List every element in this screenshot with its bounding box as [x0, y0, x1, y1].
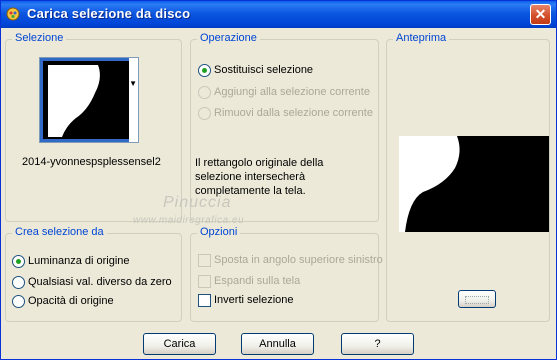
operation-info-text: Il rettangolo originale della selezione … — [195, 157, 324, 197]
checkbox-inverti-label: Inverti selezione — [214, 294, 294, 306]
radio-sostituisci-label: Sostituisci selezione — [214, 64, 314, 76]
checkbox-sposta-label: Sposta in angolo superiore sinistro — [214, 254, 383, 266]
selezione-group: Selezione ▼ 2014-yvonnespsplessensel2 — [5, 32, 182, 222]
title-bar[interactable]: Carica selezione da disco ✕ — [1, 1, 556, 28]
carica-button[interactable]: Carica — [143, 333, 216, 355]
checkbox-espandi-label: Espandi sulla tela — [214, 275, 301, 287]
help-button[interactable]: ? — [341, 333, 414, 355]
watermark-name: Pinuccia — [163, 194, 232, 211]
radio-rimuovi-label: Rimuovi dalla selezione corrente — [214, 107, 373, 119]
radio-qualsiasi-label: Qualsiasi val. diverso da zero — [28, 276, 172, 288]
selezione-legend: Selezione — [12, 32, 67, 44]
checkbox-inverti[interactable] — [198, 294, 211, 307]
anteprima-legend: Anteprima — [393, 32, 450, 44]
selection-thumbnail-dropdown[interactable]: ▼ — [39, 57, 139, 143]
radio-aggiungi[interactable] — [198, 86, 211, 99]
crea-legend: Crea selezione da — [12, 226, 107, 238]
opzioni-group: Opzioni Sposta in angolo superiore sinis… — [190, 226, 383, 322]
radio-sostituisci[interactable] — [198, 64, 211, 77]
window-title: Carica selezione da disco — [27, 6, 191, 21]
radio-luminanza-label: Luminanza di origine — [28, 255, 130, 267]
radio-rimuovi[interactable] — [198, 107, 211, 120]
app-icon — [6, 7, 20, 21]
radio-opacita-label: Opacità di origine — [28, 295, 114, 307]
radio-opacita[interactable] — [12, 295, 25, 308]
preview-toggle-button[interactable] — [458, 290, 496, 308]
opzioni-legend: Opzioni — [197, 226, 241, 238]
close-icon: ✕ — [534, 6, 547, 22]
selection-thumbnail — [40, 58, 138, 142]
checkbox-sposta[interactable] — [198, 254, 211, 267]
dialog-window: Carica selezione da disco ✕ Selezione ▼ … — [0, 0, 557, 360]
chevron-down-icon: ▼ — [129, 79, 137, 88]
close-button[interactable]: ✕ — [530, 4, 551, 25]
anteprima-group: Anteprima — [386, 32, 550, 322]
radio-luminanza[interactable] — [12, 255, 25, 268]
annulla-button[interactable]: Annulla — [241, 333, 314, 355]
radio-qualsiasi[interactable] — [12, 276, 25, 289]
preview-image — [399, 136, 549, 232]
operazione-legend: Operazione — [197, 32, 260, 44]
checkbox-espandi[interactable] — [198, 275, 211, 288]
preview-icon — [465, 296, 489, 304]
radio-aggiungi-label: Aggiungi alla selezione corrente — [214, 86, 370, 98]
crea-group: Crea selezione da Luminanza di origine Q… — [5, 226, 182, 322]
selection-filename: 2014-yvonnespsplessensel2 — [22, 156, 161, 168]
watermark-url: www.maidiregrafica.eu — [133, 215, 245, 226]
